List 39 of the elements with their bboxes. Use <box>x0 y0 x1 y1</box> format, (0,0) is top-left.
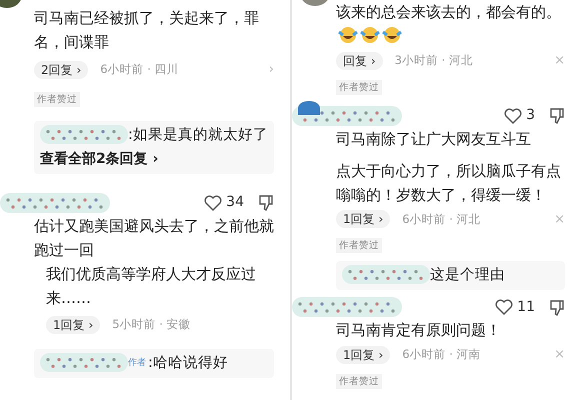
author-liked-tag: 作者赞过 <box>336 80 382 94</box>
laughing-crying-emoji-icon <box>360 26 380 44</box>
time-location: 5小时前 · 安徽 <box>112 316 191 333</box>
thumbs-down-icon[interactable] <box>258 194 274 211</box>
time-location: 6小时前 · 四川 <box>100 61 179 78</box>
comment-text: 司马南除了让广大网友互斗互 <box>336 128 532 150</box>
laughing-crying-emoji-icon <box>382 26 402 44</box>
replies-button[interactable]: 回复 › <box>336 52 383 70</box>
heart-icon[interactable] <box>204 194 222 210</box>
laughing-crying-emoji-icon <box>338 26 358 44</box>
comment-text: 该来的总会来该去的，都会有的。 <box>336 0 565 48</box>
author-tag: 作者 <box>128 352 146 374</box>
comment-text: 点大于向心力了，所以脑瓜子有点嗡嗡的！岁数大了，得缓一缓！ <box>336 160 562 206</box>
comment-text: 司马南已经被抓了，关起来了，罪名，间谍罪 <box>34 8 260 53</box>
reply-text: 这是个理由 <box>430 266 505 285</box>
avatar[interactable] <box>298 100 320 114</box>
reply-text: :哈哈说得好 <box>148 354 228 372</box>
replies-button[interactable]: 1回复 › <box>336 346 390 364</box>
replies-button[interactable]: 1回复 › <box>336 210 390 228</box>
replies-button[interactable]: 1回复 › <box>46 316 100 334</box>
view-all-replies-link[interactable]: 查看全部2条回复 › <box>40 148 158 170</box>
time-location: 3小时前 · 河北 <box>394 52 473 70</box>
time-location: 6小时前 · 河南 <box>402 346 481 364</box>
author-liked-tag: 作者赞过 <box>336 238 382 253</box>
heart-icon[interactable] <box>495 299 514 315</box>
author-liked-tag: 作者赞过 <box>34 92 80 106</box>
like-count: 11 <box>517 298 535 316</box>
comment-text: 我们优质高等学府人大才反应过来…… <box>46 264 257 308</box>
author-liked-tag: 作者赞过 <box>336 374 382 388</box>
comment-text: 估计又跑美国避风头去了，之前他就跑过一回 <box>34 216 274 260</box>
thumbs-down-icon[interactable] <box>549 298 565 316</box>
comment-text: 司马南肯定有原则问题！ <box>336 320 502 341</box>
reply-text: :如果是真的就太好了 <box>128 126 268 144</box>
thumbs-down-icon[interactable] <box>549 107 565 124</box>
like-count: 3 <box>526 106 535 125</box>
time-location: 6小时前 · 河北 <box>402 210 481 228</box>
heart-icon[interactable] <box>504 108 522 124</box>
replies-button[interactable]: 2回复 › <box>34 60 88 79</box>
like-count: 34 <box>226 193 244 212</box>
